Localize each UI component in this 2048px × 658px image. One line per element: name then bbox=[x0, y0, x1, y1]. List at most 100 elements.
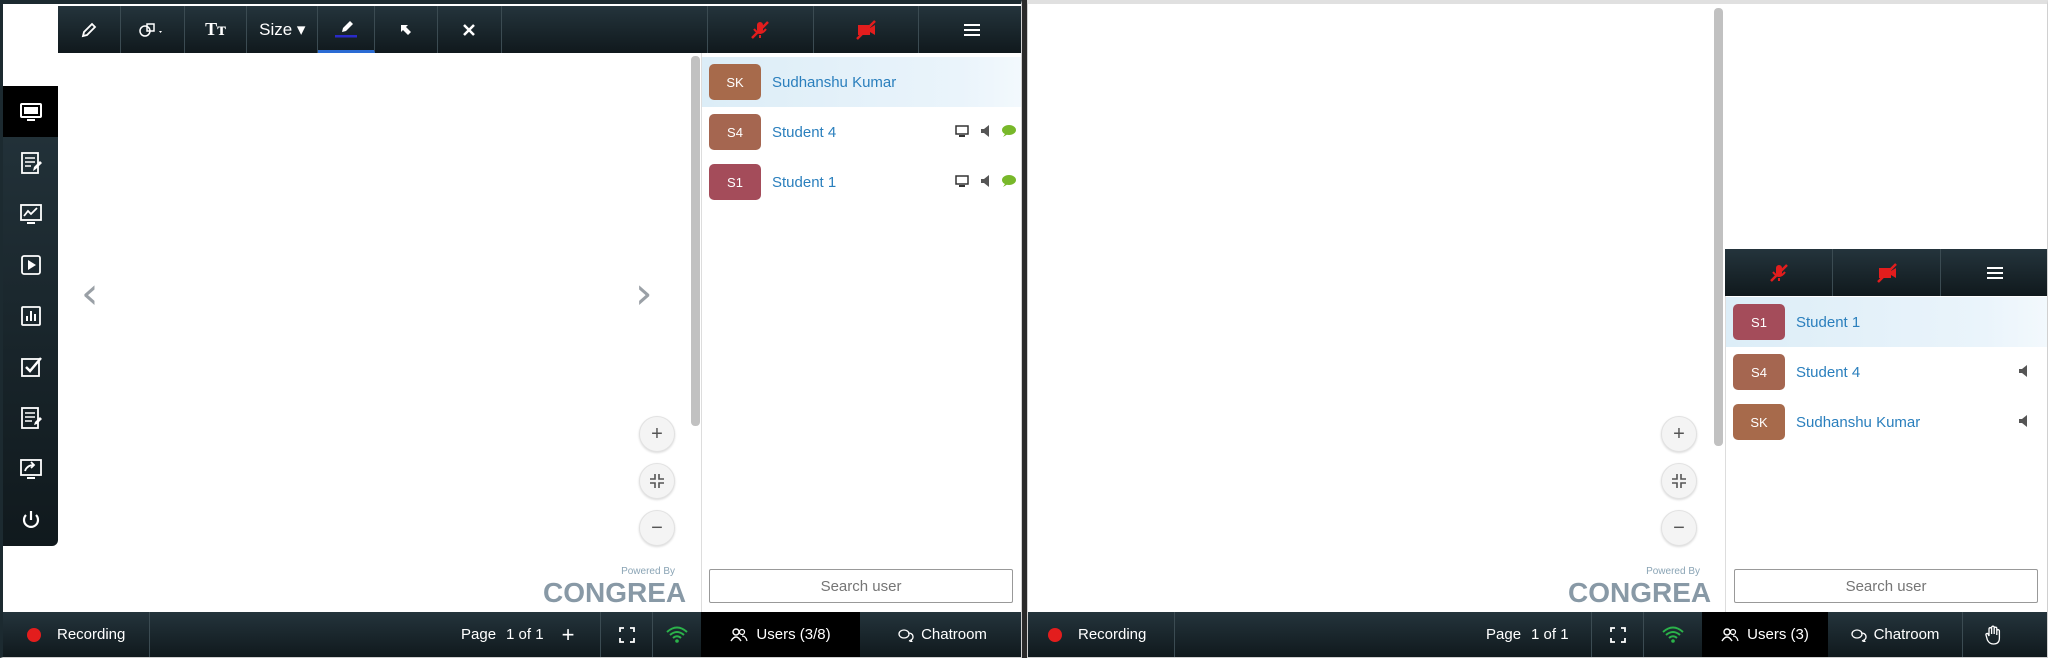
clear-button[interactable] bbox=[438, 6, 502, 53]
zoom-in-button[interactable]: + bbox=[1661, 416, 1697, 452]
select-tool-button[interactable] bbox=[375, 6, 438, 53]
page-indicator: Page 1 of 1 + bbox=[445, 612, 601, 657]
pencil-color-icon bbox=[335, 21, 358, 38]
fit-screen-button[interactable] bbox=[1661, 463, 1697, 499]
chatroom-tab[interactable]: Chatroom bbox=[1828, 612, 1963, 657]
fullscreen-button[interactable] bbox=[1592, 612, 1644, 657]
fit-screen-button[interactable] bbox=[639, 463, 675, 499]
hamburger-icon bbox=[1987, 266, 2003, 279]
whiteboard-toolbar: Tт Size ▾ bbox=[58, 6, 1021, 53]
chat-icon[interactable] bbox=[1001, 174, 1017, 188]
speaker-icon[interactable] bbox=[2017, 414, 2029, 428]
users-tab[interactable]: Users (3/8) bbox=[701, 612, 860, 657]
speaker-icon[interactable] bbox=[2017, 364, 2029, 378]
nav-editor[interactable] bbox=[3, 137, 58, 188]
video-toggle-button[interactable] bbox=[1833, 249, 1941, 296]
user-row[interactable]: S4 Student 4 bbox=[1726, 347, 2047, 397]
user-name: Student 1 bbox=[772, 173, 837, 191]
avatar: SK bbox=[1733, 404, 1785, 440]
user-row[interactable]: S1 Student 1 bbox=[702, 157, 1021, 207]
student-panel: + − Powered By CONGREA S1 Student 1 S4 S… bbox=[1027, 0, 2048, 658]
page-value: 1 of 1 bbox=[506, 626, 544, 643]
prev-page-arrow[interactable]: ‹ bbox=[81, 272, 99, 316]
chatroom-label: Chatroom bbox=[921, 626, 987, 643]
search-user-input[interactable] bbox=[1734, 569, 2038, 603]
page-label: Page bbox=[1486, 626, 1522, 643]
user-controls bbox=[955, 174, 1017, 188]
user-row[interactable]: S4 Student 4 bbox=[702, 107, 1021, 157]
nav-notes[interactable] bbox=[3, 392, 58, 443]
brand-name: CONGREA bbox=[1568, 577, 1712, 608]
size-dropdown[interactable]: Size ▾ bbox=[247, 6, 319, 53]
whiteboard-icon bbox=[19, 203, 42, 224]
plus-icon: + bbox=[651, 422, 663, 445]
speaker-icon[interactable] bbox=[979, 174, 991, 188]
video-off-icon bbox=[856, 19, 876, 40]
record-icon bbox=[27, 627, 41, 642]
settings-menu-button[interactable] bbox=[1941, 249, 2047, 296]
whiteboard-scrollbar[interactable] bbox=[691, 56, 700, 426]
video-icon bbox=[20, 254, 41, 275]
recording-label: Recording bbox=[57, 626, 126, 643]
record-icon bbox=[1048, 627, 1062, 642]
page-indicator: Page 1 of 1 bbox=[1468, 612, 1592, 657]
chat-bubbles-icon bbox=[1850, 628, 1867, 642]
chat-icon[interactable] bbox=[1001, 124, 1017, 138]
nav-poll[interactable] bbox=[3, 290, 58, 341]
app-sidebar bbox=[3, 86, 58, 546]
mic-toggle-button[interactable] bbox=[1725, 249, 1833, 296]
nav-presentation[interactable] bbox=[3, 443, 58, 494]
recording-label: Recording bbox=[1078, 626, 1147, 643]
speaker-icon[interactable] bbox=[979, 124, 991, 138]
fullscreen-icon bbox=[618, 626, 635, 643]
nav-screen-share[interactable] bbox=[3, 86, 58, 137]
avatar: S1 bbox=[1733, 304, 1785, 340]
shapes-icon bbox=[139, 22, 163, 37]
user-name: Student 1 bbox=[1796, 313, 1861, 331]
recording-button[interactable]: Recording bbox=[1028, 612, 1175, 657]
chatroom-tab[interactable]: Chatroom bbox=[860, 626, 1021, 643]
raise-hand-button[interactable] bbox=[1963, 625, 2023, 645]
avatar: S1 bbox=[709, 164, 761, 200]
pencil-tool-button[interactable] bbox=[58, 6, 121, 53]
users-tab[interactable]: Users (3) bbox=[1702, 612, 1828, 657]
mute-all-button[interactable] bbox=[708, 6, 814, 53]
text-tool-button[interactable]: Tт bbox=[185, 6, 248, 53]
search-user-input[interactable] bbox=[709, 569, 1013, 603]
zoom-in-button[interactable]: + bbox=[639, 416, 675, 452]
powered-by-text: Powered By bbox=[1646, 566, 1700, 577]
nav-quiz[interactable] bbox=[3, 341, 58, 392]
nav-video[interactable] bbox=[3, 239, 58, 290]
fullscreen-button[interactable] bbox=[601, 612, 653, 657]
bottom-bar: Recording Page 1 of 1 + Users (3/8) Chat… bbox=[3, 612, 1021, 657]
screen-share-icon bbox=[19, 102, 42, 121]
hamburger-icon bbox=[963, 23, 980, 36]
zoom-out-button[interactable]: − bbox=[639, 510, 675, 546]
screen-icon[interactable] bbox=[955, 174, 969, 188]
zoom-out-button[interactable]: − bbox=[1661, 510, 1697, 546]
screen-icon[interactable] bbox=[955, 124, 969, 138]
cursor-icon bbox=[400, 24, 411, 35]
user-controls bbox=[2017, 414, 2029, 428]
mic-off-icon bbox=[751, 20, 770, 39]
shapes-tool-button[interactable] bbox=[121, 6, 185, 53]
settings-menu-button[interactable] bbox=[919, 6, 1021, 53]
color-tool-button[interactable] bbox=[318, 6, 376, 53]
user-name: Sudhanshu Kumar bbox=[772, 73, 897, 91]
network-status bbox=[653, 626, 701, 644]
compress-icon bbox=[650, 474, 664, 488]
next-page-arrow[interactable]: › bbox=[635, 272, 653, 316]
add-page-button[interactable]: + bbox=[562, 622, 575, 648]
whiteboard-scrollbar[interactable] bbox=[1714, 8, 1723, 446]
recording-button[interactable]: Recording bbox=[3, 612, 150, 657]
nav-power[interactable] bbox=[3, 494, 58, 545]
nav-whiteboard[interactable] bbox=[3, 188, 58, 239]
users-icon bbox=[730, 627, 748, 641]
video-off-all-button[interactable] bbox=[814, 6, 920, 53]
user-row[interactable]: SK Sudhanshu Kumar bbox=[702, 57, 1021, 107]
avatar: S4 bbox=[1733, 354, 1785, 390]
user-row[interactable]: S1 Student 1 bbox=[1726, 297, 2047, 347]
pencil-icon bbox=[81, 22, 97, 37]
user-list-panel: S1 Student 1 S4 Student 4 SK Sudhanshu K… bbox=[1725, 296, 2047, 614]
user-row[interactable]: SK Sudhanshu Kumar bbox=[1726, 397, 2047, 447]
